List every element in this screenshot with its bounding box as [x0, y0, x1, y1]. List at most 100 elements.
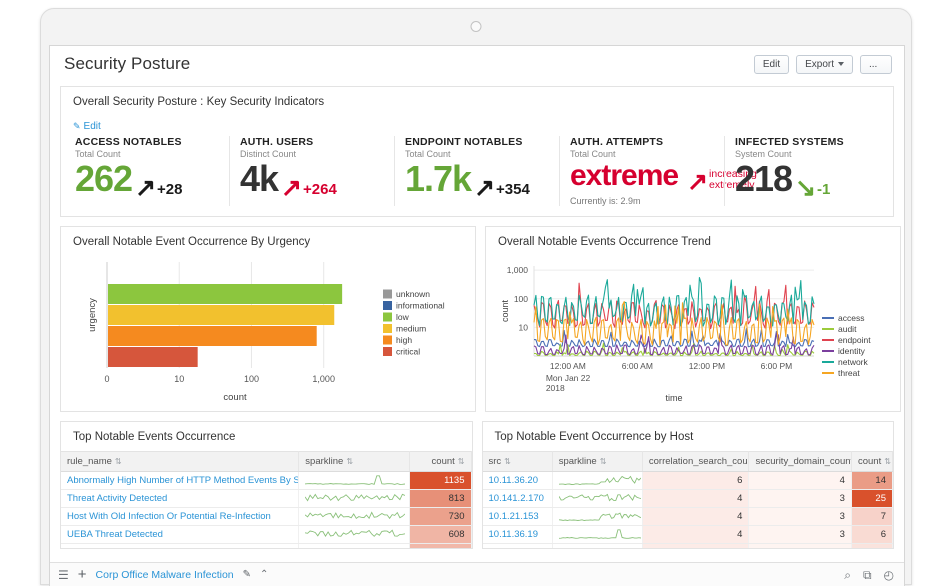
open-in-new-icon[interactable]: ⧉ — [863, 569, 872, 581]
trend-up-arrow-icon: ↗ — [281, 178, 302, 198]
cell-count: 1135 — [409, 471, 471, 489]
cell-src[interactable]: 10.10.41.200 — [483, 543, 553, 549]
list-icon[interactable]: ☰ — [58, 569, 69, 581]
top-notable-by-host-panel: Top Notable Event Occurrence by Host src… — [482, 421, 895, 549]
svg-text:access: access — [838, 313, 864, 323]
top-notable-by-host-table: src⇅ sparkline⇅ correlation_search_count… — [483, 451, 894, 549]
chevron-down-icon — [838, 62, 844, 66]
column-header-src[interactable]: src⇅ — [483, 451, 553, 471]
svg-text:time: time — [665, 393, 682, 403]
table-row[interactable]: 10.11.36.19 436 — [483, 525, 893, 543]
sort-icon: ⇅ — [346, 457, 353, 466]
cell-security-domain-count: 3 — [749, 543, 852, 549]
urgency-bar-chart[interactable]: 0101001,000counturgencyunknowninformatio… — [61, 256, 475, 404]
cell-security-domain-count: 3 — [749, 525, 852, 543]
table-row[interactable]: Threat Activity Detected 813 — [61, 489, 471, 507]
cell-count: 813 — [409, 489, 471, 507]
top-notable-events-panel: Top Notable Events Occurrence rule_name⇅… — [60, 421, 473, 549]
table-row[interactable]: Host With Old Infection Or Potential Re-… — [61, 507, 471, 525]
kpi-card-infected-systems[interactable]: INFECTED SYSTEMS System Count 218 ↘ -1 — [724, 136, 889, 206]
export-button[interactable]: Export — [796, 55, 853, 74]
trend-line-chart[interactable]: 1,0001001012:00 AM6:00 AM12:00 PM6:00 PM… — [486, 256, 900, 404]
cell-sparkline — [299, 471, 410, 489]
column-header-count[interactable]: count⇅ — [409, 451, 471, 471]
kpi-card-auth-users[interactable]: AUTH. USERS Distinct Count 4k ↗ +264 — [229, 136, 394, 206]
trend-chart-title: Overall Notable Events Occurrence Trend — [486, 227, 900, 256]
cell-sparkline — [299, 525, 410, 543]
kpi-label: AUTH. USERS — [240, 136, 384, 148]
table-row[interactable]: UEBA Threat Detected608 — [61, 525, 471, 543]
column-header-correlation-search-count[interactable]: correlation_search_count⇅ — [642, 451, 749, 471]
cell-src[interactable]: 10.1.21.153 — [483, 507, 553, 525]
search-icon[interactable]: ⌕ — [844, 569, 851, 581]
cell-correlation-search-count: 4 — [642, 525, 749, 543]
kpi-label: ENDPOINT NOTABLES — [405, 136, 549, 148]
column-header-sparkline[interactable]: sparkline⇅ — [552, 451, 642, 471]
investigation-label[interactable]: Corp Office Malware Infection — [96, 569, 234, 581]
col-label: src — [489, 456, 502, 467]
top-notable-events-table: rule_name⇅ sparkline⇅ count⇅ Abnormally … — [61, 451, 472, 549]
urgency-chart-panel: Overall Notable Event Occurrence By Urge… — [60, 226, 476, 412]
pencil-icon[interactable]: ✎ — [243, 570, 251, 580]
more-options-button[interactable]: ... — [860, 55, 892, 74]
edit-button[interactable]: Edit — [754, 55, 789, 74]
cell-rule-name[interactable]: Host With Old Infection Or Potential Re-… — [61, 507, 299, 525]
kpi-row: ACCESS NOTABLES Total Count 262 ↗ +28 AU… — [61, 136, 893, 216]
sort-icon: ⇅ — [115, 457, 122, 466]
more-options-label: ... — [869, 56, 877, 73]
svg-text:endpoint: endpoint — [838, 335, 871, 345]
page-title: Security Posture — [64, 54, 190, 74]
chevron-up-icon[interactable]: ⌃ — [260, 570, 268, 580]
cell-count: 14 — [851, 471, 892, 489]
table-row[interactable]: 10.10.41.200335 — [483, 543, 893, 549]
cell-count: 7 — [851, 507, 892, 525]
svg-text:12:00 PM: 12:00 PM — [689, 361, 725, 371]
cell-src[interactable]: 10.141.2.170 — [483, 489, 553, 507]
column-header-count[interactable]: count⇅ — [851, 451, 892, 471]
kpi-card-auth-attempts[interactable]: AUTH. ATTEMPTS Total Count extreme ↗ inc… — [559, 136, 724, 206]
kpi-card-endpoint-notables[interactable]: ENDPOINT NOTABLES Total Count 1.7k ↗ +35… — [394, 136, 559, 206]
table-row[interactable]: 10.141.2.1704325 — [483, 489, 893, 507]
cell-security-domain-count: 4 — [749, 471, 852, 489]
column-header-rule-name[interactable]: rule_name⇅ — [61, 451, 299, 471]
col-label: count — [432, 456, 455, 467]
cell-count: 5 — [851, 543, 892, 549]
svg-text:unknown: unknown — [396, 289, 430, 299]
svg-text:medium: medium — [396, 323, 426, 333]
svg-text:low: low — [396, 312, 410, 322]
kpi-sublabel: Total Count — [570, 149, 714, 159]
table-row[interactable]: Abnormally High Number of HTTP Method Ev… — [61, 471, 471, 489]
kpi-card-access-notables[interactable]: ACCESS NOTABLES Total Count 262 ↗ +28 — [65, 136, 229, 206]
table-row[interactable]: Host With A Recurring Malware Infection5… — [61, 543, 471, 549]
kpi-edit-label: Edit — [84, 121, 101, 132]
svg-text:1,000: 1,000 — [507, 265, 529, 275]
kpi-edit-link[interactable]: ✎ Edit — [61, 121, 101, 136]
svg-text:count: count — [223, 392, 247, 403]
table-row[interactable]: 10.1.21.153437 — [483, 507, 893, 525]
svg-text:network: network — [838, 357, 869, 367]
svg-text:2018: 2018 — [546, 383, 565, 393]
sort-icon: ⇅ — [600, 457, 607, 466]
cell-correlation-search-count: 3 — [642, 543, 749, 549]
cell-src[interactable]: 10.11.36.20 — [483, 471, 553, 489]
left-table-title: Top Notable Events Occurrence — [61, 422, 472, 451]
cell-src[interactable]: 10.11.36.19 — [483, 525, 553, 543]
cell-sparkline — [299, 507, 410, 525]
svg-text:10: 10 — [174, 374, 184, 384]
svg-text:audit: audit — [838, 324, 857, 334]
cell-rule-name[interactable]: Host With A Recurring Malware Infection — [61, 543, 299, 549]
cell-sparkline — [299, 489, 410, 507]
cell-rule-name[interactable]: UEBA Threat Detected — [61, 525, 299, 543]
cell-rule-name[interactable]: Threat Activity Detected — [61, 489, 299, 507]
cell-sparkline — [552, 471, 642, 489]
add-icon[interactable]: + — [78, 567, 87, 582]
column-header-sparkline[interactable]: sparkline⇅ — [299, 451, 410, 471]
webcam-icon — [471, 21, 482, 32]
cell-count: 6 — [851, 525, 892, 543]
cell-sparkline — [299, 543, 410, 549]
cell-rule-name[interactable]: Abnormally High Number of HTTP Method Ev… — [61, 471, 299, 489]
column-header-security-domain-count[interactable]: security_domain_count⇅ — [749, 451, 852, 471]
clock-icon[interactable]: ◴ — [884, 569, 894, 581]
trend-up-arrow-icon: ↗ — [687, 172, 708, 192]
table-row[interactable]: 10.11.36.206414 — [483, 471, 893, 489]
